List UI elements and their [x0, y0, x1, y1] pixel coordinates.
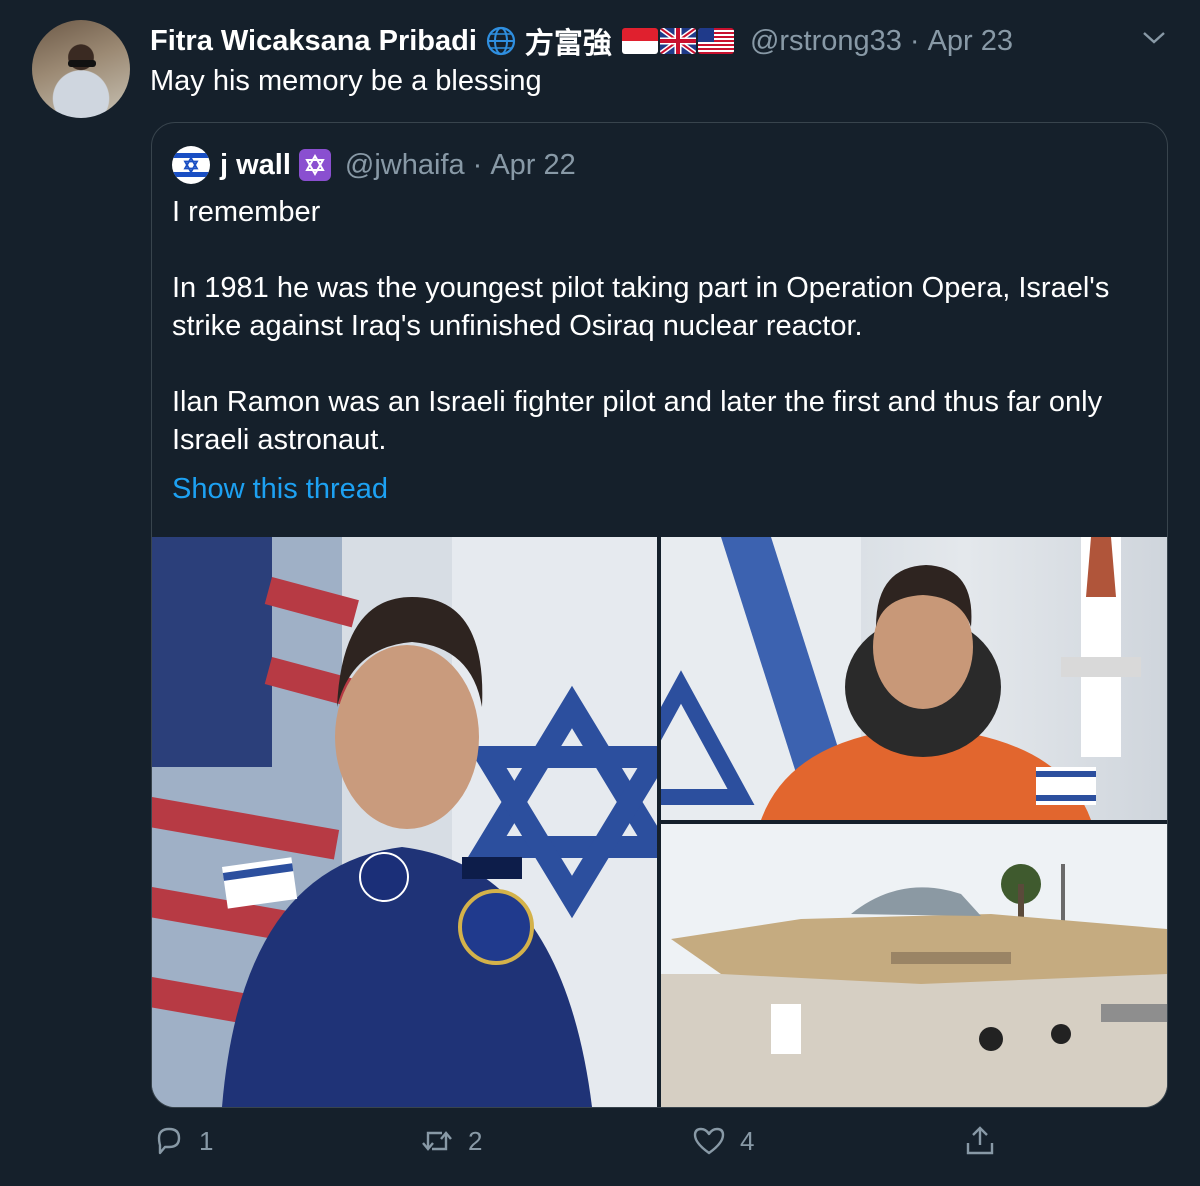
- quoted-paragraph: Ilan Ramon was an Israeli fighter pilot …: [172, 386, 1103, 456]
- retweet-button[interactable]: 2: [420, 1124, 482, 1158]
- globe-icon: [486, 26, 516, 56]
- retweet-icon: [422, 1131, 452, 1151]
- media-photo-astronaut-portrait[interactable]: [152, 537, 657, 1107]
- media-photo-fighter-jet[interactable]: [661, 824, 1167, 1107]
- media-photo-astronaut-orange-suit[interactable]: [661, 537, 1167, 820]
- quoted-tweet-text: I remember In 1981 he was the youngest p…: [172, 193, 1132, 459]
- quoted-handle[interactable]: @jwhaifa: [345, 149, 465, 182]
- show-thread-link[interactable]: Show this thread: [172, 473, 388, 506]
- us-flag-icon: [697, 28, 734, 54]
- reply-icon: [157, 1127, 181, 1155]
- author-avatar[interactable]: [32, 20, 130, 118]
- author-name-suffix: 方富強: [524, 28, 612, 60]
- reply-count: 1: [199, 1125, 214, 1156]
- star-of-david-icon: [298, 149, 331, 181]
- author-display-name[interactable]: Fitra Wicaksana Pribadi: [150, 25, 477, 58]
- like-button[interactable]: 4: [692, 1124, 754, 1158]
- chevron-down-icon[interactable]: [1140, 28, 1168, 48]
- tweet-text: May his memory be a blessing: [150, 65, 542, 97]
- quoted-paragraph: I remember: [172, 196, 321, 228]
- tweet-date[interactable]: Apr 23: [928, 25, 1013, 58]
- quoted-author-avatar[interactable]: [172, 146, 210, 184]
- retweet-count: 2: [468, 1125, 483, 1156]
- uk-flag-icon: [659, 28, 696, 54]
- quoted-tweet-card[interactable]: j wall @jwhaifa · Apr 22 I remember In 1…: [151, 122, 1168, 1108]
- quoted-tweet-header: j wall @jwhaifa · Apr 22: [172, 145, 576, 185]
- flags: [621, 28, 734, 54]
- indonesia-flag-icon: [621, 28, 658, 54]
- share-button[interactable]: [963, 1124, 997, 1158]
- tweet-actions: 1 2 4: [0, 1124, 1200, 1170]
- separator-dot: ·: [909, 24, 920, 57]
- reply-button[interactable]: 1: [151, 1124, 213, 1158]
- author-handle[interactable]: @rstrong33: [750, 25, 902, 58]
- quoted-date[interactable]: Apr 22: [490, 149, 575, 182]
- media-grid: [152, 537, 1167, 1107]
- quoted-paragraph: In 1981 he was the youngest pilot taking…: [172, 272, 1110, 342]
- share-icon: [966, 1126, 994, 1155]
- like-count: 4: [740, 1125, 755, 1156]
- quoted-separator-dot: ·: [472, 148, 483, 181]
- tweet-header: Fitra Wicaksana Pribadi 方富強 @rstrong33 ·…: [150, 22, 1013, 61]
- heart-icon: [693, 1127, 725, 1155]
- quoted-display-name[interactable]: j wall: [220, 149, 291, 182]
